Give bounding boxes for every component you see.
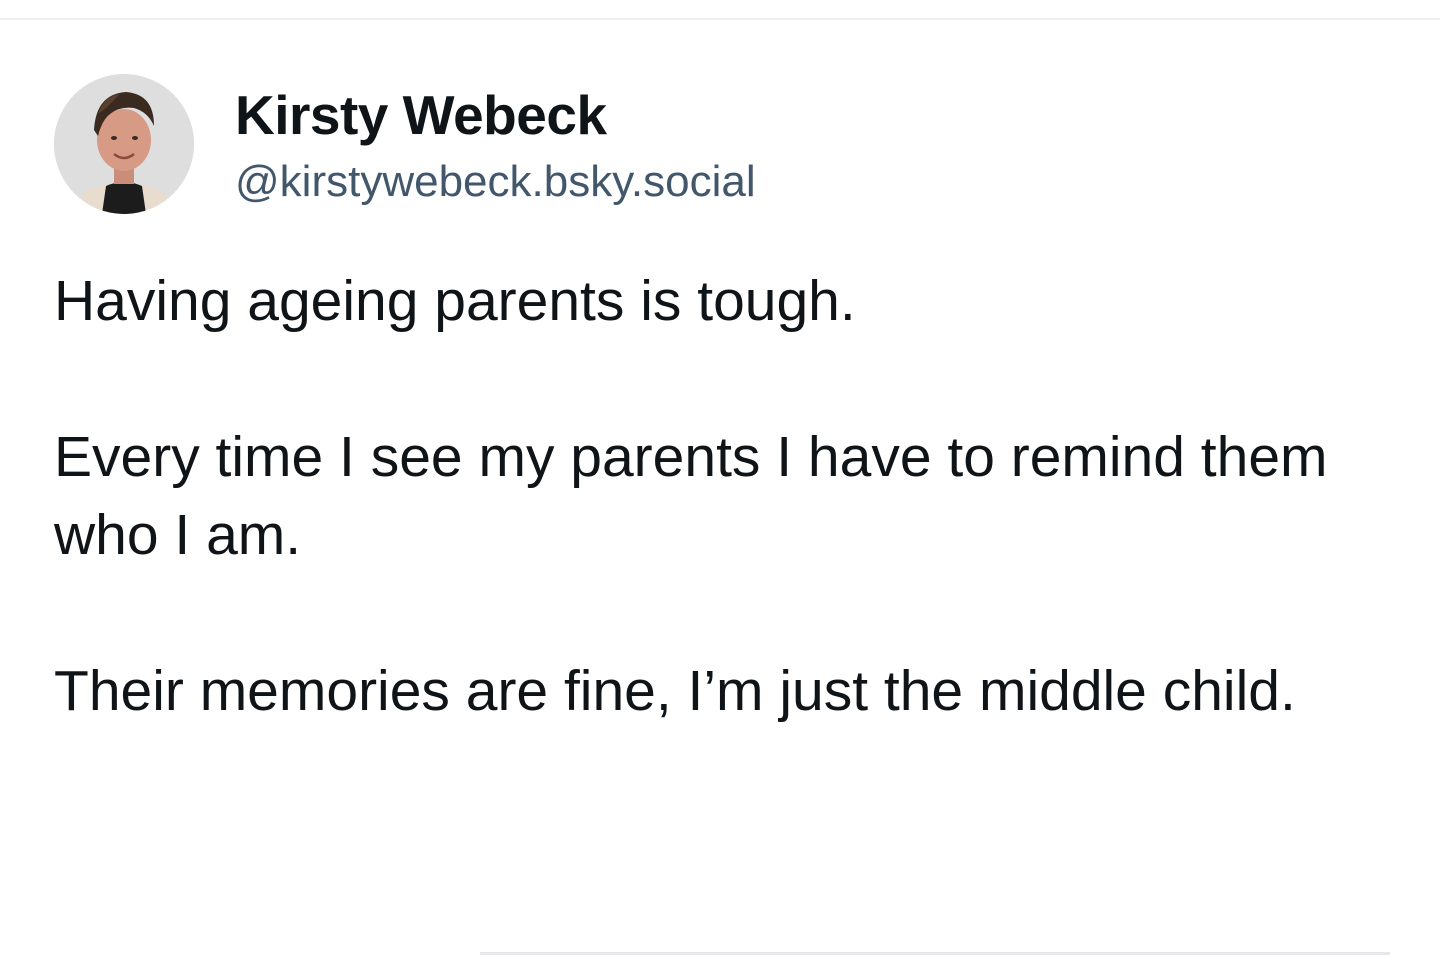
post-paragraph: Every time I see my parents I have to re… xyxy=(54,425,1328,567)
bottom-divider xyxy=(480,952,1390,955)
author-handle[interactable]: @kirstywebeck.bsky.social xyxy=(235,158,756,206)
author-info: Kirsty Webeck @kirstywebeck.bsky.social xyxy=(235,74,756,206)
author-display-name[interactable]: Kirsty Webeck xyxy=(235,84,756,146)
bluesky-post-screenshot: Kirsty Webeck @kirstywebeck.bsky.social … xyxy=(0,0,1440,964)
post-paragraph: Having ageing parents is tough. xyxy=(54,269,856,333)
author-avatar[interactable] xyxy=(54,74,194,214)
post-body: Having ageing parents is tough. Every ti… xyxy=(54,262,1414,730)
top-divider xyxy=(0,18,1440,20)
person-avatar-icon xyxy=(54,74,194,214)
post-header: Kirsty Webeck @kirstywebeck.bsky.social xyxy=(54,74,756,214)
post-paragraph: Their memories are fine, I’m just the mi… xyxy=(54,659,1296,723)
